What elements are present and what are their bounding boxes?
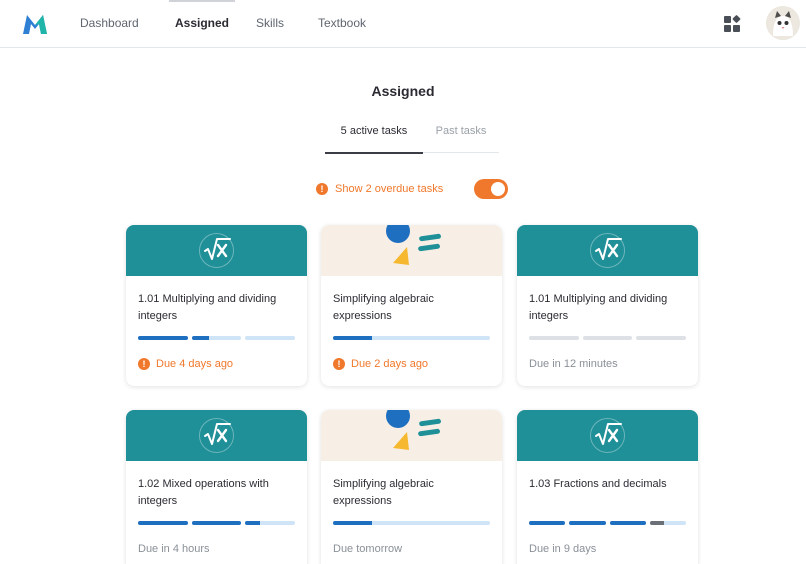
square-root-x-icon bbox=[199, 418, 234, 453]
task-title: 1.01 Multiplying and dividing integers bbox=[529, 293, 668, 322]
warning-icon: ! bbox=[138, 358, 150, 370]
progress-fill bbox=[245, 521, 261, 525]
progress-fill bbox=[609, 521, 646, 525]
due-text: Due 4 days ago bbox=[156, 358, 234, 370]
task-card-header bbox=[321, 410, 502, 461]
progress-segment bbox=[245, 336, 296, 340]
square-root-x-icon bbox=[590, 418, 625, 453]
task-card[interactable]: 1.01 Multiplying and dividing integers! D… bbox=[126, 225, 307, 386]
task-card-header bbox=[126, 410, 307, 461]
page-title: Assigned bbox=[371, 83, 435, 99]
progress-fill bbox=[333, 336, 373, 340]
overdue-toggle-label: Show 2 overdue tasks bbox=[335, 183, 444, 195]
progress-segment bbox=[138, 336, 188, 340]
progress-fill bbox=[649, 521, 665, 525]
cat-avatar-icon bbox=[766, 6, 800, 40]
task-due-status: Due in 12 minutes bbox=[529, 358, 618, 370]
task-title: 1.03 Fractions and decimals bbox=[529, 478, 667, 490]
progress-fill bbox=[191, 521, 242, 525]
due-text: Due tomorrow bbox=[333, 543, 403, 555]
progress-fill bbox=[138, 521, 188, 525]
progress-segment bbox=[609, 521, 646, 525]
task-card[interactable]: 1.03 Fractions and decimals Due in 9 days bbox=[517, 410, 698, 564]
progress-segment bbox=[191, 336, 242, 340]
nav-dashboard[interactable]: Dashboard bbox=[80, 0, 139, 48]
progress-segment bbox=[649, 521, 686, 525]
task-due-status: Due tomorrow bbox=[333, 543, 402, 555]
overdue-filter: ! Show 2 overdue tasks bbox=[316, 180, 443, 198]
task-card[interactable]: Simplifying algebraic expressions Due tom… bbox=[321, 410, 502, 564]
due-text: Due in 4 hours bbox=[138, 543, 210, 555]
task-progress bbox=[529, 336, 687, 340]
progress-segment bbox=[582, 336, 633, 340]
square-root-x-icon bbox=[590, 233, 625, 268]
progress-fill bbox=[191, 336, 210, 340]
nav-assigned[interactable]: Assigned bbox=[168, 0, 236, 48]
progress-fill bbox=[529, 521, 566, 525]
progress-segment bbox=[529, 521, 566, 525]
progress-fill bbox=[333, 521, 373, 525]
shapes-illustration-icon bbox=[386, 225, 441, 265]
task-card[interactable]: 1.02 Mixed operations with integers Due i… bbox=[126, 410, 307, 564]
progress-segment bbox=[333, 336, 490, 340]
progress-segment bbox=[191, 521, 242, 525]
task-title: 1.02 Mixed operations with integers bbox=[138, 478, 269, 507]
shapes-illustration-icon bbox=[386, 410, 441, 450]
user-avatar[interactable] bbox=[766, 6, 800, 40]
tab-active-tasks[interactable]: 5 active tasks bbox=[325, 124, 423, 154]
progress-fill bbox=[569, 521, 606, 525]
task-progress bbox=[138, 521, 296, 525]
warning-icon: ! bbox=[333, 358, 345, 370]
task-title: Simplifying algebraic expressions bbox=[333, 293, 434, 322]
due-text: Due 2 days ago bbox=[351, 358, 429, 370]
square-root-x-icon bbox=[199, 233, 234, 268]
overdue-toggle[interactable] bbox=[474, 179, 508, 199]
due-text: Due in 12 minutes bbox=[529, 358, 618, 370]
progress-fill bbox=[138, 336, 188, 340]
warning-icon: ! bbox=[316, 183, 328, 195]
due-text: Due in 9 days bbox=[529, 543, 597, 555]
toggle-knob bbox=[491, 182, 505, 196]
task-card-header bbox=[517, 410, 698, 461]
progress-segment bbox=[333, 521, 490, 525]
top-navigation: Dashboard Assigned Skills Textbook bbox=[0, 0, 806, 48]
task-due-status: ! Due 2 days ago bbox=[333, 358, 428, 370]
task-title: Simplifying algebraic expressions bbox=[333, 478, 434, 507]
task-due-status: Due in 9 days bbox=[529, 543, 596, 555]
progress-segment bbox=[245, 521, 296, 525]
task-progress bbox=[529, 521, 686, 525]
task-card[interactable]: Simplifying algebraic expressions! Due 2 … bbox=[321, 225, 502, 386]
apps-grid-icon[interactable] bbox=[723, 15, 741, 33]
task-title: 1.01 Multiplying and dividing integers bbox=[138, 293, 277, 322]
progress-segment bbox=[138, 521, 188, 525]
task-card[interactable]: 1.01 Multiplying and dividing integers Du… bbox=[517, 225, 698, 386]
task-progress bbox=[333, 336, 490, 340]
nav-skills[interactable]: Skills bbox=[256, 0, 284, 48]
progress-segment bbox=[569, 521, 606, 525]
nav-textbook[interactable]: Textbook bbox=[318, 0, 366, 48]
task-due-status: ! Due 4 days ago bbox=[138, 358, 233, 370]
task-due-status: Due in 4 hours bbox=[138, 543, 210, 555]
progress-segment bbox=[636, 336, 687, 340]
task-card-header bbox=[517, 225, 698, 276]
task-card-header bbox=[321, 225, 502, 276]
task-progress bbox=[333, 521, 490, 525]
task-progress bbox=[138, 336, 296, 340]
progress-segment bbox=[529, 336, 579, 340]
tab-past-tasks[interactable]: Past tasks bbox=[423, 124, 499, 153]
app-logo-icon[interactable] bbox=[22, 13, 48, 35]
task-card-header bbox=[126, 225, 307, 276]
